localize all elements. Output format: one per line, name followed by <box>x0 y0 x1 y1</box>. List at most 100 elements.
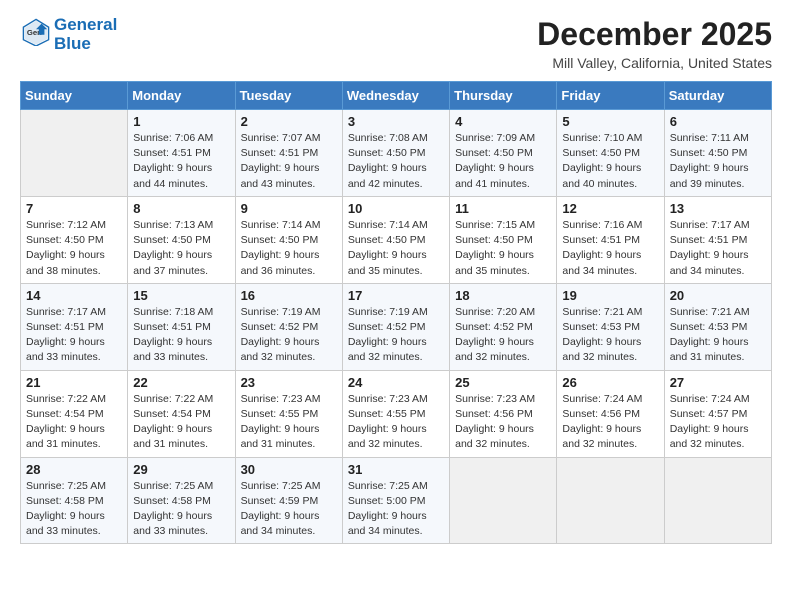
day-info: Sunrise: 7:19 AMSunset: 4:52 PMDaylight:… <box>241 305 337 366</box>
table-row: 22 Sunrise: 7:22 AMSunset: 4:54 PMDayligh… <box>128 370 235 457</box>
header-saturday: Saturday <box>664 82 771 110</box>
day-number: 2 <box>241 114 337 129</box>
day-number: 10 <box>348 201 444 216</box>
day-info: Sunrise: 7:24 AMSunset: 4:56 PMDaylight:… <box>562 392 658 453</box>
day-number: 8 <box>133 201 229 216</box>
day-number: 22 <box>133 375 229 390</box>
table-row: 31 Sunrise: 7:25 AMSunset: 5:00 PMDayligh… <box>342 457 449 544</box>
day-info: Sunrise: 7:10 AMSunset: 4:50 PMDaylight:… <box>562 131 658 192</box>
day-number: 17 <box>348 288 444 303</box>
day-info: Sunrise: 7:07 AMSunset: 4:51 PMDaylight:… <box>241 131 337 192</box>
table-row: 9 Sunrise: 7:14 AMSunset: 4:50 PMDaylight… <box>235 196 342 283</box>
day-info: Sunrise: 7:23 AMSunset: 4:55 PMDaylight:… <box>348 392 444 453</box>
table-row: 5 Sunrise: 7:10 AMSunset: 4:50 PMDaylight… <box>557 110 664 197</box>
table-row: 1 Sunrise: 7:06 AMSunset: 4:51 PMDaylight… <box>128 110 235 197</box>
day-info: Sunrise: 7:15 AMSunset: 4:50 PMDaylight:… <box>455 218 551 279</box>
day-info: Sunrise: 7:14 AMSunset: 4:50 PMDaylight:… <box>241 218 337 279</box>
table-row: 29 Sunrise: 7:25 AMSunset: 4:58 PMDayligh… <box>128 457 235 544</box>
day-number: 27 <box>670 375 766 390</box>
table-row: 12 Sunrise: 7:16 AMSunset: 4:51 PMDayligh… <box>557 196 664 283</box>
header-sunday: Sunday <box>21 82 128 110</box>
day-info: Sunrise: 7:18 AMSunset: 4:51 PMDaylight:… <box>133 305 229 366</box>
day-info: Sunrise: 7:09 AMSunset: 4:50 PMDaylight:… <box>455 131 551 192</box>
table-row: 21Sunrise: 7:22 AMSunset: 4:54 PMDayligh… <box>21 370 128 457</box>
day-number: 4 <box>455 114 551 129</box>
table-row: 23Sunrise: 7:23 AMSunset: 4:55 PMDayligh… <box>235 370 342 457</box>
day-info: Sunrise: 7:16 AMSunset: 4:51 PMDaylight:… <box>562 218 658 279</box>
table-row <box>557 457 664 544</box>
day-number: 20 <box>670 288 766 303</box>
table-row: 6 Sunrise: 7:11 AMSunset: 4:50 PMDaylight… <box>664 110 771 197</box>
day-number: 5 <box>562 114 658 129</box>
table-row: 19 Sunrise: 7:21 AMSunset: 4:53 PMDayligh… <box>557 283 664 370</box>
logo-line2: Blue <box>54 35 117 54</box>
table-row: 20 Sunrise: 7:21 AMSunset: 4:53 PMDayligh… <box>664 283 771 370</box>
table-row: 24 Sunrise: 7:23 AMSunset: 4:55 PMDayligh… <box>342 370 449 457</box>
day-info: Sunrise: 7:23 AMSunset: 4:56 PMDaylight:… <box>455 392 551 453</box>
table-row: 2 Sunrise: 7:07 AMSunset: 4:51 PMDaylight… <box>235 110 342 197</box>
day-info: Sunrise: 7:20 AMSunset: 4:52 PMDaylight:… <box>455 305 551 366</box>
table-row: 11 Sunrise: 7:15 AMSunset: 4:50 PMDayligh… <box>450 196 557 283</box>
location: Mill Valley, California, United States <box>537 55 772 71</box>
table-row <box>21 110 128 197</box>
day-info: Sunrise: 7:21 AMSunset: 4:53 PMDaylight:… <box>670 305 766 366</box>
page-header: Gen General Blue December 2025 Mill Vall… <box>20 16 772 71</box>
table-row: 25Sunrise: 7:23 AMSunset: 4:56 PMDayligh… <box>450 370 557 457</box>
day-number: 31 <box>348 462 444 477</box>
table-row <box>664 457 771 544</box>
day-info: Sunrise: 7:25 AMSunset: 4:59 PMDaylight:… <box>241 479 337 540</box>
day-number: 1 <box>133 114 229 129</box>
day-number: 26 <box>562 375 658 390</box>
day-info: Sunrise: 7:08 AMSunset: 4:50 PMDaylight:… <box>348 131 444 192</box>
calendar-header-row: Sunday Monday Tuesday Wednesday Thursday… <box>21 82 772 110</box>
day-number: 30 <box>241 462 337 477</box>
day-info: Sunrise: 7:11 AMSunset: 4:50 PMDaylight:… <box>670 131 766 192</box>
day-info: Sunrise: 7:21 AMSunset: 4:53 PMDaylight:… <box>562 305 658 366</box>
table-row: 14 Sunrise: 7:17 AMSunset: 4:51 PMDayligh… <box>21 283 128 370</box>
calendar-week-row: 7Sunrise: 7:12 AMSunset: 4:50 PMDaylight… <box>21 196 772 283</box>
day-info: Sunrise: 7:25 AMSunset: 4:58 PMDaylight:… <box>26 479 122 540</box>
day-info: Sunrise: 7:22 AMSunset: 4:54 PMDaylight:… <box>133 392 229 453</box>
calendar-week-row: 14 Sunrise: 7:17 AMSunset: 4:51 PMDayligh… <box>21 283 772 370</box>
day-info: Sunrise: 7:17 AMSunset: 4:51 PMDaylight:… <box>670 218 766 279</box>
day-info: Sunrise: 7:06 AMSunset: 4:51 PMDaylight:… <box>133 131 229 192</box>
logo: Gen General Blue <box>20 16 117 53</box>
day-number: 13 <box>670 201 766 216</box>
day-number: 16 <box>241 288 337 303</box>
logo-icon: Gen <box>22 18 50 46</box>
day-info: Sunrise: 7:19 AMSunset: 4:52 PMDaylight:… <box>348 305 444 366</box>
calendar-week-row: 21Sunrise: 7:22 AMSunset: 4:54 PMDayligh… <box>21 370 772 457</box>
month-title: December 2025 <box>537 16 772 53</box>
day-number: 9 <box>241 201 337 216</box>
day-number: 24 <box>348 375 444 390</box>
day-info: Sunrise: 7:13 AMSunset: 4:50 PMDaylight:… <box>133 218 229 279</box>
day-info: Sunrise: 7:25 AMSunset: 5:00 PMDaylight:… <box>348 479 444 540</box>
day-number: 6 <box>670 114 766 129</box>
day-number: 14 <box>26 288 122 303</box>
table-row: 27 Sunrise: 7:24 AMSunset: 4:57 PMDayligh… <box>664 370 771 457</box>
day-info: Sunrise: 7:17 AMSunset: 4:51 PMDaylight:… <box>26 305 122 366</box>
day-number: 11 <box>455 201 551 216</box>
day-number: 29 <box>133 462 229 477</box>
day-number: 23 <box>241 375 337 390</box>
day-number: 15 <box>133 288 229 303</box>
day-info: Sunrise: 7:24 AMSunset: 4:57 PMDaylight:… <box>670 392 766 453</box>
day-info: Sunrise: 7:14 AMSunset: 4:50 PMDaylight:… <box>348 218 444 279</box>
table-row: 15 Sunrise: 7:18 AMSunset: 4:51 PMDayligh… <box>128 283 235 370</box>
table-row: 3 Sunrise: 7:08 AMSunset: 4:50 PMDaylight… <box>342 110 449 197</box>
table-row: 16 Sunrise: 7:19 AMSunset: 4:52 PMDayligh… <box>235 283 342 370</box>
day-number: 19 <box>562 288 658 303</box>
header-wednesday: Wednesday <box>342 82 449 110</box>
table-row: 30 Sunrise: 7:25 AMSunset: 4:59 PMDayligh… <box>235 457 342 544</box>
table-row: 7Sunrise: 7:12 AMSunset: 4:50 PMDaylight… <box>21 196 128 283</box>
table-row: 4 Sunrise: 7:09 AMSunset: 4:50 PMDaylight… <box>450 110 557 197</box>
table-row: 13 Sunrise: 7:17 AMSunset: 4:51 PMDayligh… <box>664 196 771 283</box>
header-monday: Monday <box>128 82 235 110</box>
day-info: Sunrise: 7:25 AMSunset: 4:58 PMDaylight:… <box>133 479 229 540</box>
table-row: 28Sunrise: 7:25 AMSunset: 4:58 PMDayligh… <box>21 457 128 544</box>
calendar-week-row: 28Sunrise: 7:25 AMSunset: 4:58 PMDayligh… <box>21 457 772 544</box>
header-friday: Friday <box>557 82 664 110</box>
day-number: 12 <box>562 201 658 216</box>
day-number: 3 <box>348 114 444 129</box>
table-row: 8 Sunrise: 7:13 AMSunset: 4:50 PMDaylight… <box>128 196 235 283</box>
